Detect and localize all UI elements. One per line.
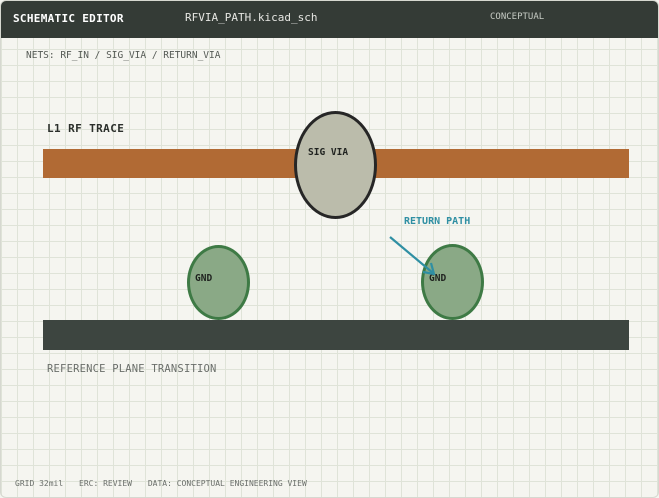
data-status: DATA: CONCEPTUAL ENGINEERING VIEW	[147, 479, 307, 488]
return-path-arrow	[389, 236, 436, 276]
schematic-editor-window: SCHEMATIC EDITOR RFVIA_PATH.kicad_sch CO…	[0, 0, 659, 498]
erc-status: ERC: REVIEW	[79, 479, 132, 488]
plane-caption: REFERENCE PLANE TRANSITION	[47, 363, 217, 375]
grid-status: GRID 32mil	[15, 479, 64, 488]
status-bar: GRID 32mil ERC: REVIEW DATA: CONCEPTUAL …	[15, 479, 318, 488]
